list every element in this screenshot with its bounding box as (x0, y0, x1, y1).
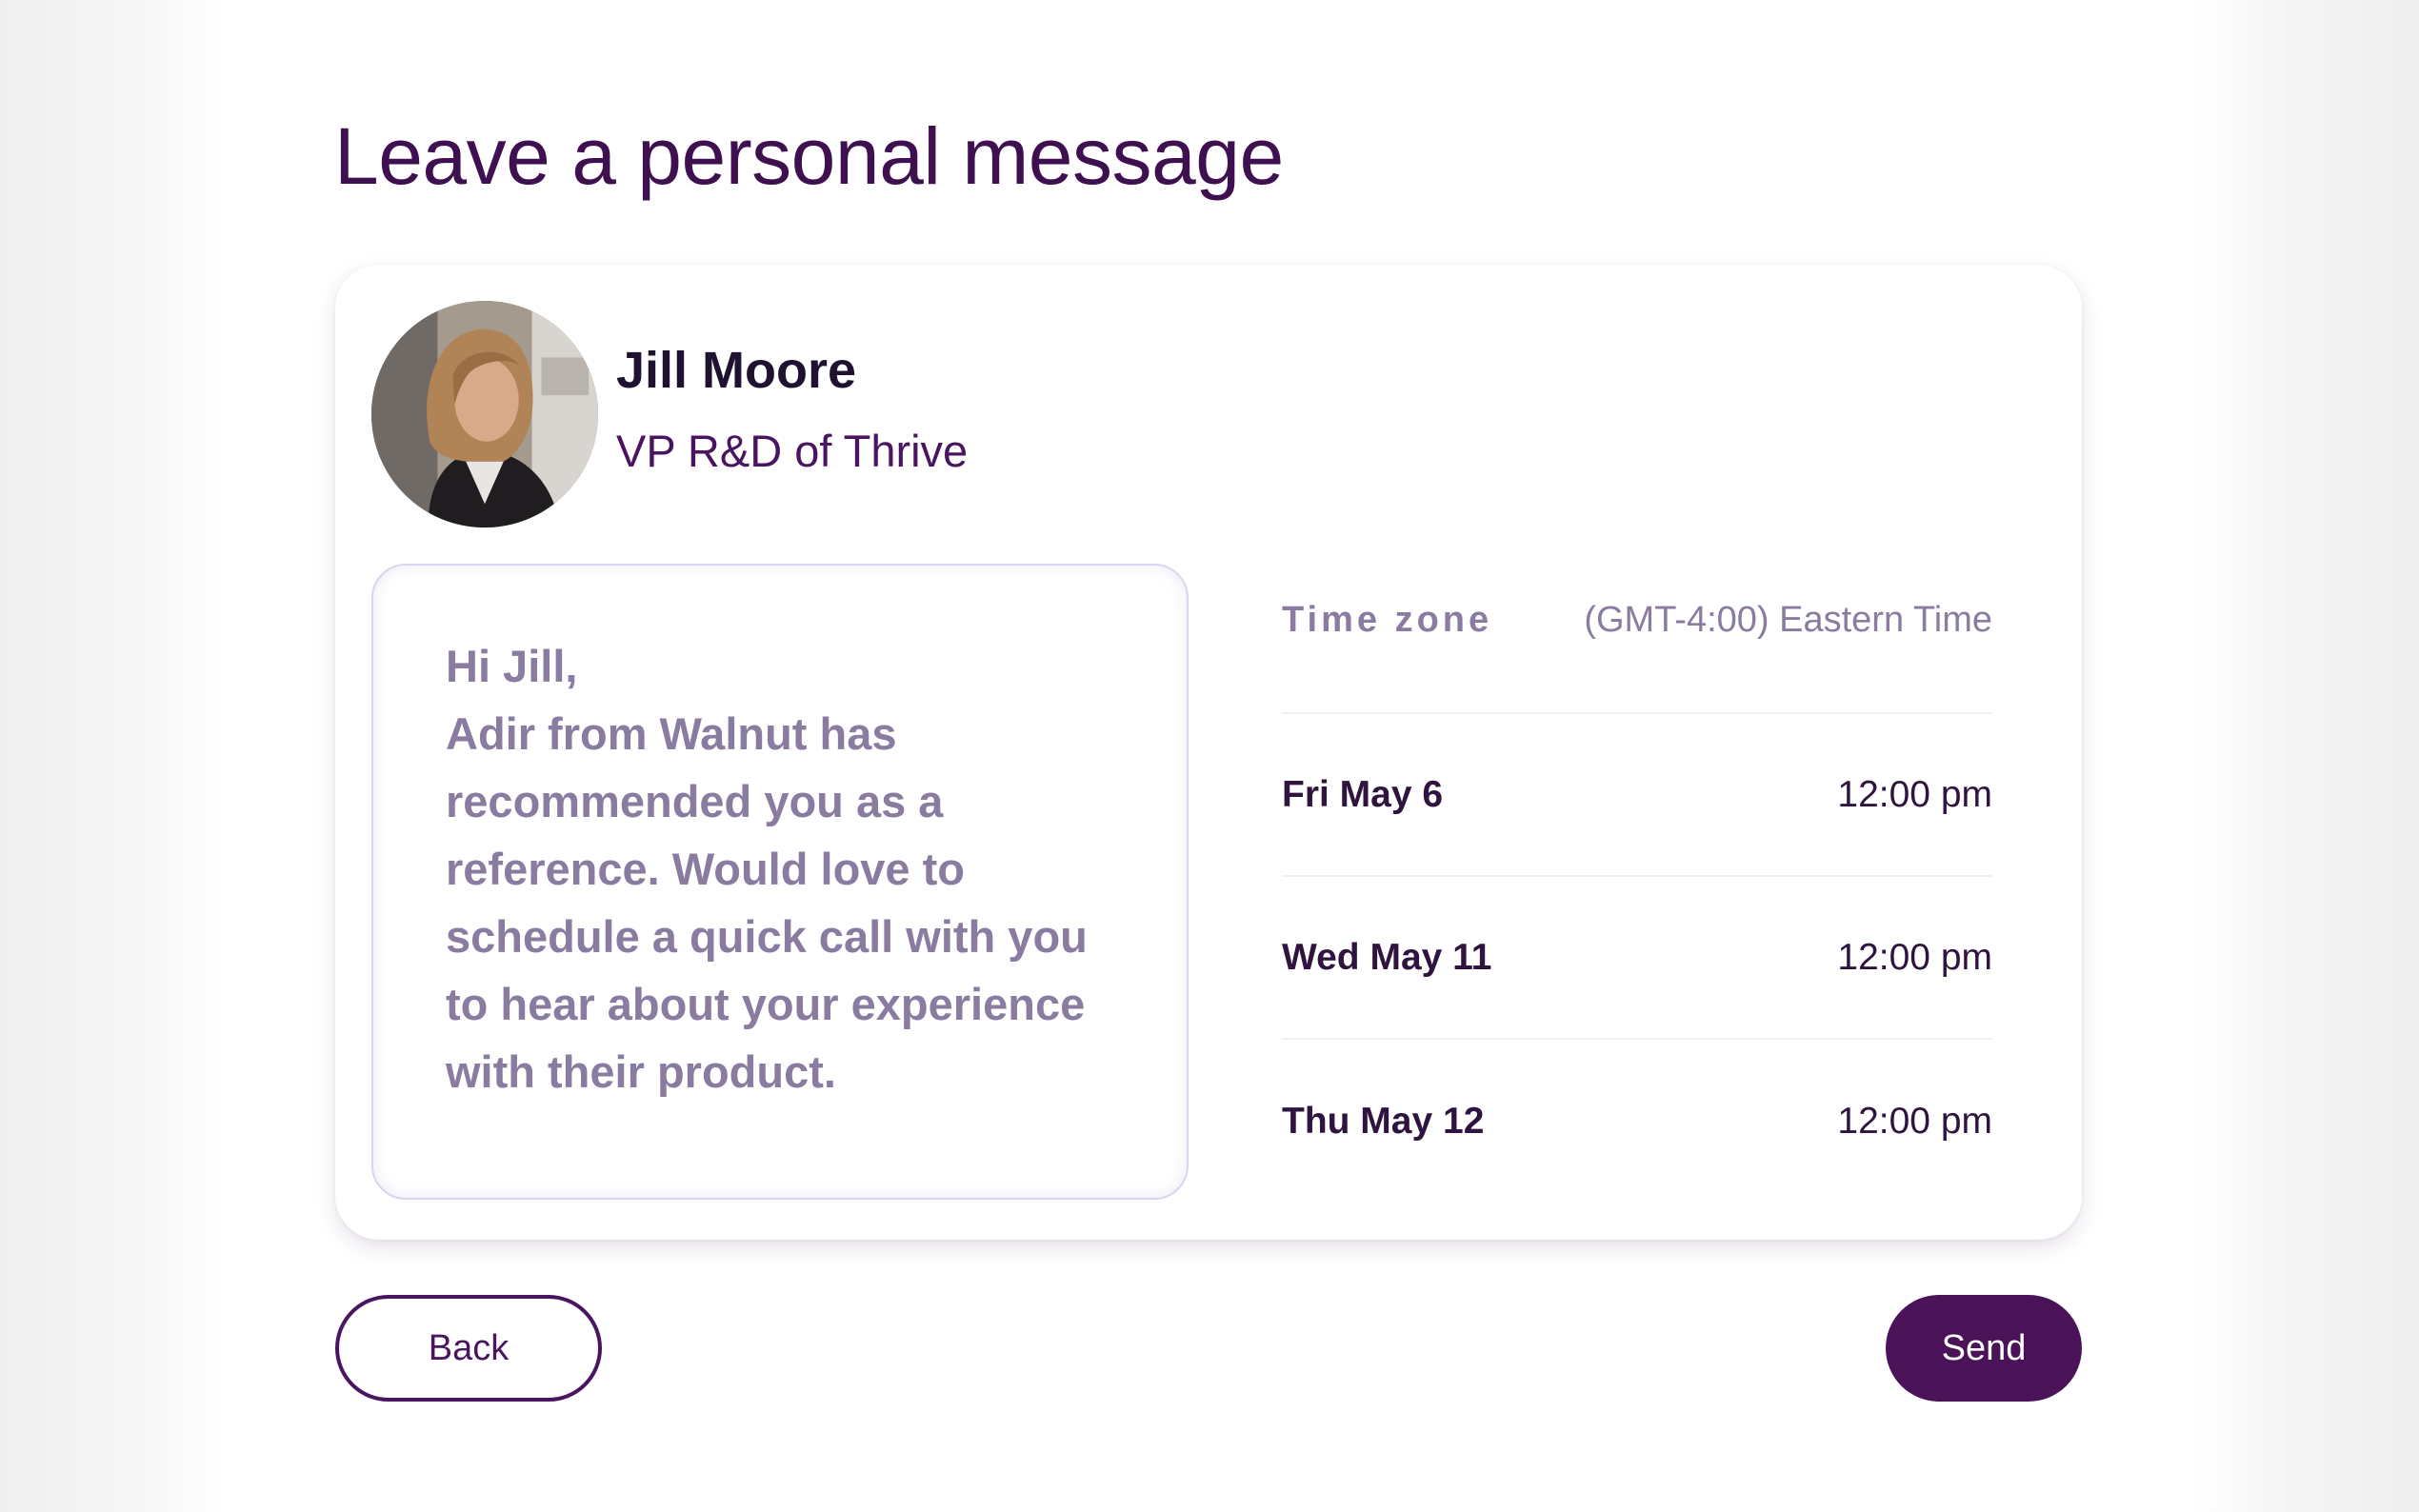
timezone-row: Time zone (GMT-4:00) Eastern Time (1282, 588, 1992, 714)
message-text: Hi Jill, Adir from Walnut has recommende… (446, 632, 1149, 1105)
time-slot-row: Fri May 6 12:00 pm (1282, 714, 1992, 877)
message-line: Hi Jill, (446, 641, 578, 691)
message-line: to hear about your experience (446, 979, 1086, 1029)
slot-time: 12:00 pm (1837, 773, 1992, 815)
contact-avatar (371, 301, 598, 527)
slot-time: 12:00 pm (1837, 1100, 1992, 1142)
send-button[interactable]: Send (1886, 1295, 2082, 1402)
message-line: with their product. (446, 1046, 836, 1097)
schedule-panel: Time zone (GMT-4:00) Eastern Time Fri Ma… (1282, 588, 1992, 1203)
slot-date: Fri May 6 (1282, 773, 1444, 815)
slot-date: Thu May 12 (1282, 1100, 1485, 1142)
time-slot-row: Thu May 12 12:00 pm (1282, 1040, 1992, 1203)
timezone-value: (GMT-4:00) Eastern Time (1584, 600, 1992, 640)
message-textarea[interactable]: Hi Jill, Adir from Walnut has recommende… (371, 564, 1189, 1200)
message-line: Adir from Walnut has (446, 708, 897, 759)
contact-photo (371, 301, 598, 527)
contact-name: Jill Moore (616, 342, 857, 399)
slot-date: Wed May 11 (1282, 936, 1492, 978)
back-button[interactable]: Back (335, 1295, 602, 1402)
contact-role: VP R&D of Thrive (616, 426, 969, 476)
timezone-label: Time zone (1282, 600, 1493, 640)
message-card: Jill Moore VP R&D of Thrive Hi Jill, Adi… (335, 265, 2082, 1240)
message-line: reference. Would love to (446, 844, 965, 894)
page-title: Leave a personal message (334, 111, 1284, 201)
slot-time: 12:00 pm (1837, 936, 1992, 978)
message-line: schedule a quick call with you (446, 911, 1088, 962)
message-line: recommended you as a (446, 776, 944, 826)
time-slot-row: Wed May 11 12:00 pm (1282, 877, 1992, 1040)
